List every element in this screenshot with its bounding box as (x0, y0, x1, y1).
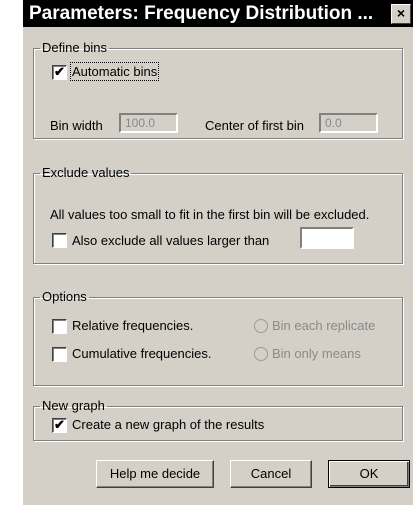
new-graph-legend: New graph (42, 398, 105, 413)
ok-button[interactable]: OK (328, 460, 410, 488)
bin-each-replicate-label[interactable]: Bin each replicate (272, 318, 375, 333)
relative-frequencies-checkbox[interactable] (52, 319, 67, 334)
window-title: Parameters: Frequency Distribution ... (29, 3, 374, 24)
exclude-larger-checkbox[interactable] (52, 233, 67, 248)
help-me-decide-button[interactable]: Help me decide (96, 460, 214, 488)
options-group: Options (33, 290, 403, 386)
relative-frequencies-label[interactable]: Relative frequencies. (72, 318, 193, 333)
exclude-larger-label[interactable]: Also exclude all values larger than (72, 233, 269, 248)
options-legend: Options (42, 289, 87, 304)
close-icon: × (396, 5, 406, 21)
cumulative-frequencies-checkbox[interactable] (52, 347, 67, 362)
exclude-larger-field[interactable] (300, 227, 354, 249)
create-graph-label[interactable]: Create a new graph of the results (72, 417, 264, 432)
bin-only-means-radio[interactable] (254, 347, 268, 361)
check-icon: ✔ (54, 64, 65, 79)
define-bins-legend: Define bins (42, 40, 108, 55)
cancel-button[interactable]: Cancel (230, 460, 312, 488)
bin-width-label: Bin width (50, 118, 103, 133)
exclude-values-legend: Exclude values (42, 165, 130, 180)
automatic-bins-checkbox[interactable]: ✔ (52, 65, 67, 80)
center-first-bin-field[interactable]: 0.0 (319, 113, 378, 133)
center-first-bin-label: Center of first bin (205, 118, 304, 133)
bin-only-means-label[interactable]: Bin only means (272, 346, 361, 361)
parameters-dialog: Parameters: Frequency Distribution ... ×… (23, 0, 413, 505)
cumulative-frequencies-label[interactable]: Cumulative frequencies. (72, 346, 211, 361)
bin-width-field[interactable]: 100.0 (119, 113, 178, 133)
close-button[interactable]: × (391, 4, 411, 24)
automatic-bins-label[interactable]: Automatic bins (69, 62, 160, 81)
exclude-description: All values too small to fit in the first… (50, 207, 370, 222)
check-icon: ✔ (54, 417, 65, 432)
create-graph-checkbox[interactable]: ✔ (52, 418, 67, 433)
bin-each-replicate-radio[interactable] (254, 319, 268, 333)
title-bar[interactable]: Parameters: Frequency Distribution ... × (23, 0, 413, 27)
